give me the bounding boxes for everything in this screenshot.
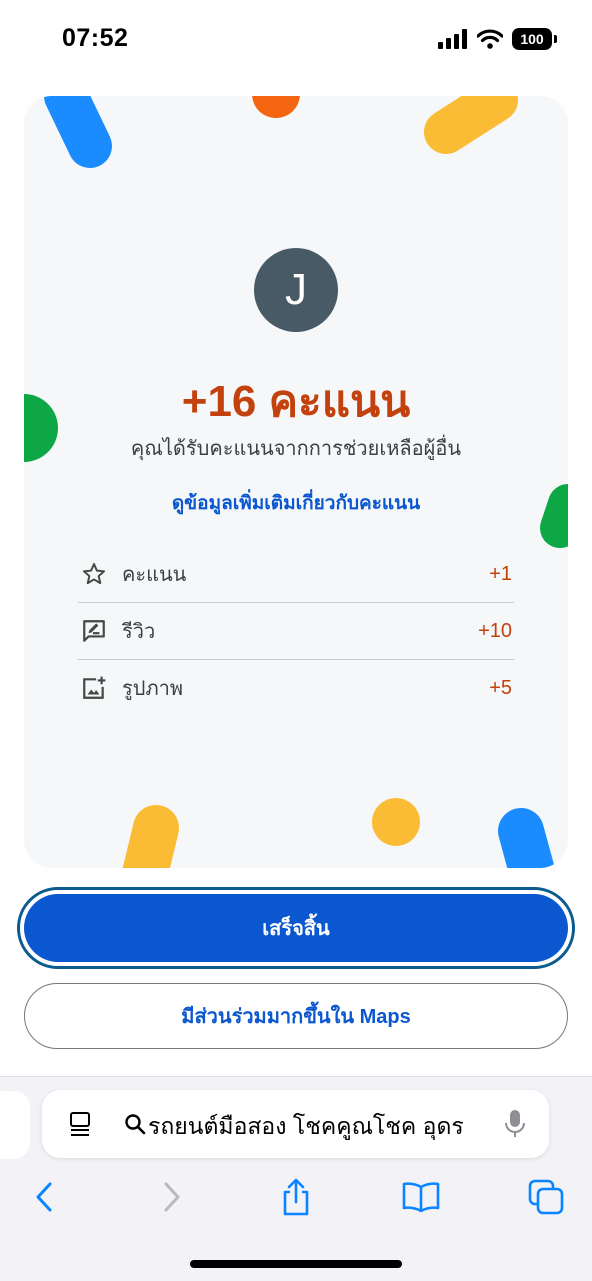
- search-icon: [125, 1114, 146, 1135]
- points-row-label: คะแนน: [122, 564, 187, 586]
- chevron-left-icon: [36, 1182, 52, 1212]
- cellular-signal-icon: [438, 29, 467, 49]
- previous-tab-preview[interactable]: [0, 1091, 30, 1159]
- confetti-decoration: [24, 96, 568, 868]
- review-icon: [80, 617, 108, 645]
- forward-button[interactable]: [152, 1177, 192, 1217]
- browser-nav-row: [0, 1177, 592, 1217]
- points-row-photos: รูปภาพ +5: [78, 660, 514, 716]
- points-row-value: +1: [489, 562, 512, 585]
- points-row-value: +10: [478, 619, 512, 642]
- points-row-value: +5: [489, 676, 512, 699]
- points-card: J +16 คะแนน คุณได้รับคะแนนจากการช่วยเหลื…: [24, 96, 568, 868]
- back-button[interactable]: [24, 1177, 64, 1217]
- bookmarks-button[interactable]: [401, 1177, 441, 1217]
- points-row-label: รีวิว: [122, 621, 156, 643]
- chevron-right-icon: [164, 1182, 180, 1212]
- done-button[interactable]: เสร็จสิ้น: [24, 894, 568, 962]
- address-bar[interactable]: รถยนต์มือสอง โชคคูณโชค อุดร: [42, 1090, 549, 1158]
- contribute-more-button[interactable]: มีส่วนร่วมมากขึ้นใน Maps: [24, 983, 568, 1049]
- points-title: +16 คะแนน: [181, 377, 411, 426]
- microphone-icon[interactable]: [504, 1109, 526, 1139]
- status-bar: 07:52 100: [0, 0, 592, 80]
- points-subtitle: คุณได้รับคะแนนจากการช่วยเหลือผู้อื่น: [130, 438, 462, 460]
- tabs-icon: [528, 1179, 564, 1215]
- avatar: J: [254, 248, 338, 332]
- battery-icon: 100: [512, 28, 557, 50]
- points-row-reviews: รีวิว +10: [78, 603, 514, 660]
- status-icons: 100: [438, 26, 557, 52]
- home-indicator[interactable]: [190, 1260, 402, 1268]
- points-breakdown-list: คะแนน +1 รีวิว +10 รูปภาพ +5: [78, 546, 514, 716]
- star-outline-icon: [80, 560, 108, 588]
- points-row-label: รูปภาพ: [122, 678, 184, 700]
- add-photo-icon: [80, 674, 108, 702]
- wifi-icon: [477, 29, 503, 49]
- page-menu-icon[interactable]: [68, 1111, 94, 1137]
- status-time: 07:52: [62, 24, 129, 52]
- book-icon: [402, 1182, 440, 1212]
- address-text[interactable]: รถยนต์มือสอง โชคคูณโชค อุดร: [148, 1109, 488, 1145]
- tabs-button[interactable]: [526, 1177, 566, 1217]
- points-row-points: คะแนน +1: [78, 546, 514, 603]
- learn-more-link[interactable]: ดูข้อมูลเพิ่มเติมเกี่ยวกับคะแนน: [24, 488, 568, 518]
- share-icon: [283, 1178, 309, 1216]
- share-button[interactable]: [276, 1177, 316, 1217]
- browser-toolbar: รถยนต์มือสอง โชคคูณโชค อุดร: [0, 1076, 592, 1281]
